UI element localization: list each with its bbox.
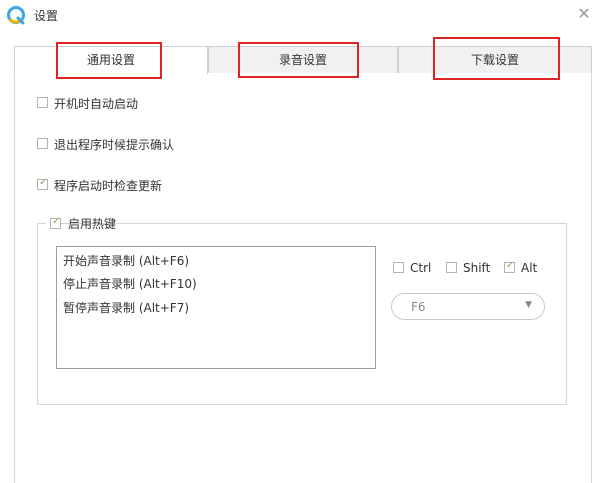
- modifier-label: Ctrl: [410, 261, 432, 275]
- option-label: 退出程序时候提示确认: [54, 138, 175, 152]
- tab-bar: 通用设置 录音设置 下载设置: [14, 46, 592, 74]
- checkbox[interactable]: [37, 97, 48, 108]
- hotkey-list[interactable]: 开始声音录制 (Alt+F6) 停止声音录制 (Alt+F10) 暂停声音录制 …: [56, 246, 376, 369]
- option-label: 开机时自动启动: [54, 97, 139, 111]
- check-icon: ✓: [52, 216, 61, 227]
- tab-label: 通用设置: [86, 53, 135, 67]
- checkbox[interactable]: ✓: [37, 177, 48, 190]
- close-icon: ✕: [577, 4, 591, 23]
- list-item[interactable]: 开始声音录制 (Alt+F6): [63, 252, 189, 269]
- option-label: 程序启动时检查更新: [54, 179, 163, 193]
- list-item[interactable]: 停止声音录制 (Alt+F10): [63, 275, 197, 292]
- modifier-label: Alt: [521, 261, 538, 275]
- window-title: 设置: [34, 9, 59, 23]
- checkbox[interactable]: [393, 262, 404, 273]
- checkbox[interactable]: [37, 138, 48, 149]
- check-icon: ✓: [39, 177, 48, 188]
- tab-label: 录音设置: [278, 53, 327, 67]
- tab-general[interactable]: 通用设置: [14, 46, 208, 74]
- hotkey-enable-toggle[interactable]: ✓ 启用热键: [46, 214, 116, 232]
- title-bar: 设置 ✕: [0, 0, 600, 30]
- chevron-down-icon: ▼: [525, 300, 532, 310]
- modifier-label: Shift: [463, 261, 491, 275]
- tab-download[interactable]: 下载设置: [398, 46, 592, 73]
- hotkey-key-select[interactable]: F6 ▼: [391, 293, 545, 320]
- select-value: F6: [411, 300, 426, 314]
- checkbox[interactable]: ✓: [504, 260, 515, 273]
- check-icon: ✓: [506, 260, 515, 271]
- checkbox[interactable]: [446, 262, 457, 273]
- close-button[interactable]: ✕: [572, 2, 596, 26]
- list-item[interactable]: 暂停声音录制 (Alt+F7): [63, 299, 189, 316]
- app-logo-icon: [7, 6, 25, 25]
- tab-recording[interactable]: 录音设置: [208, 46, 398, 73]
- tab-label: 下载设置: [470, 53, 519, 67]
- hotkey-enable-label: 启用热键: [68, 217, 117, 231]
- checkbox[interactable]: ✓: [50, 216, 61, 229]
